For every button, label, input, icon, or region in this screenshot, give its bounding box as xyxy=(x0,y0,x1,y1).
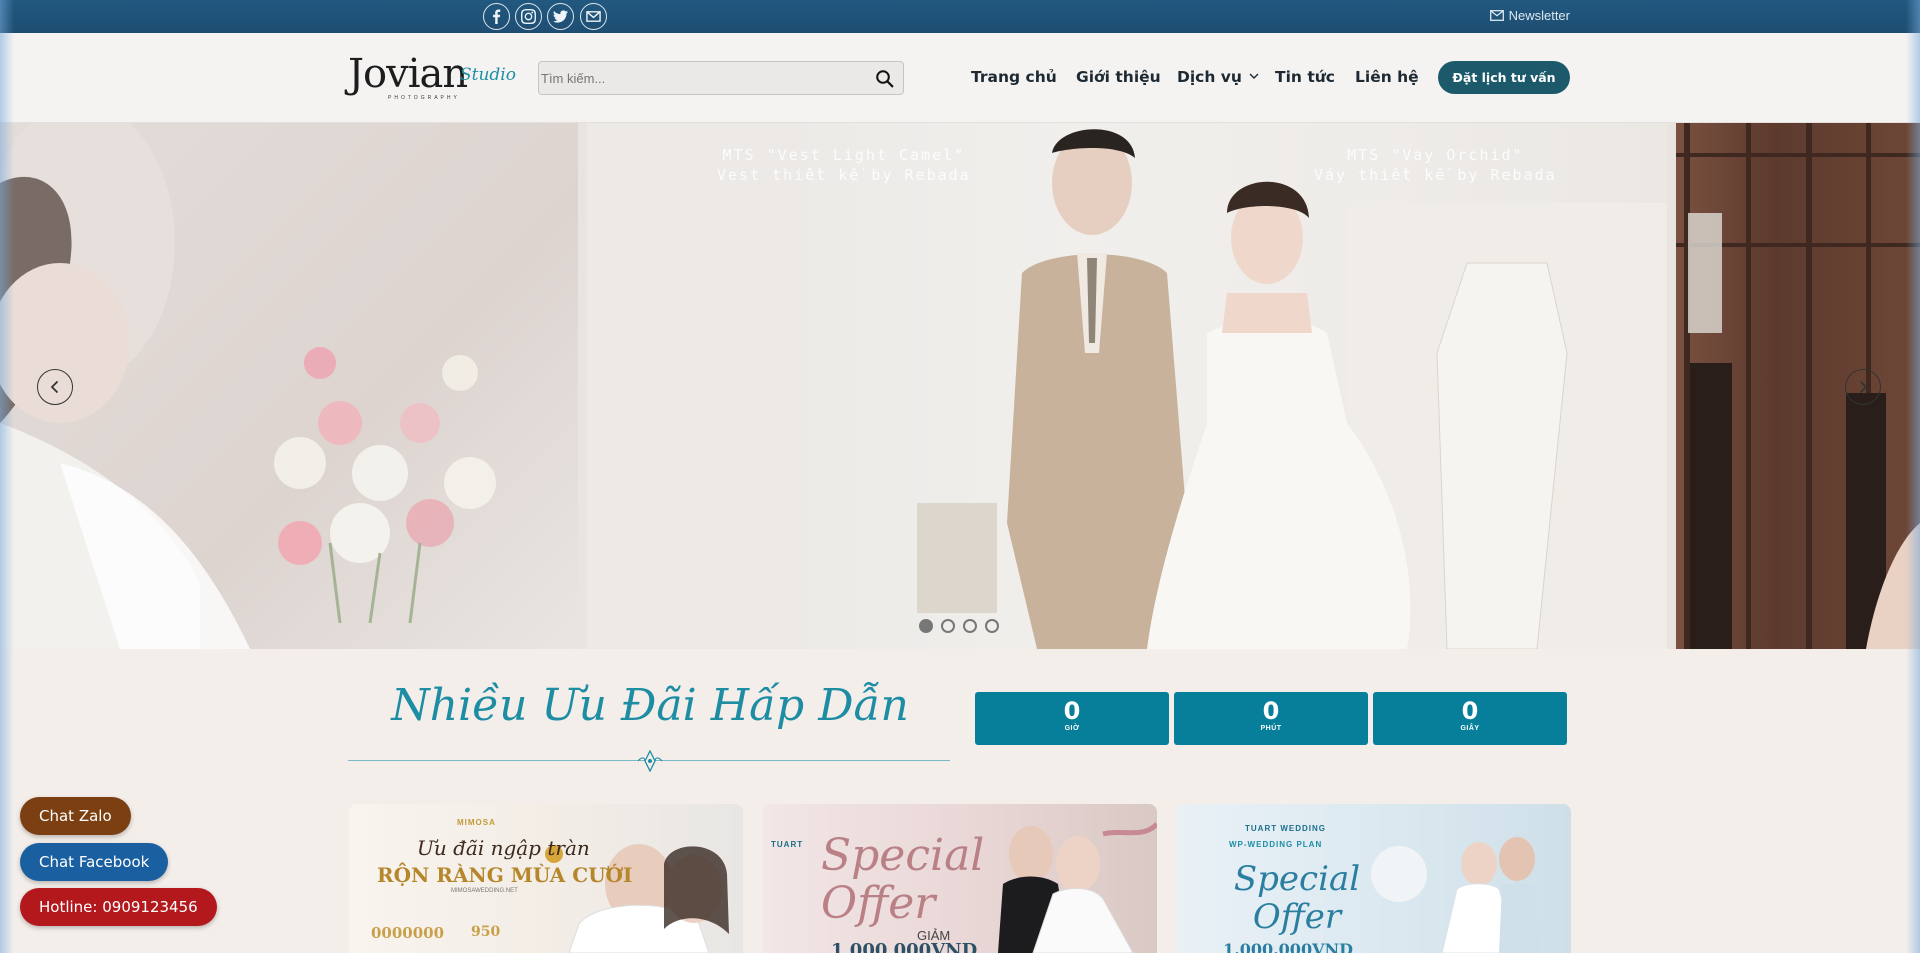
slider-prev-button[interactable] xyxy=(37,369,73,405)
countdown-minutes-label: PHÚT xyxy=(1260,725,1282,732)
mimosa-amount-b: 950 xyxy=(471,924,501,940)
slide-image-left xyxy=(0,123,578,649)
slide-image-right xyxy=(1676,123,1920,649)
slider-dot-3[interactable] xyxy=(963,619,977,633)
facebook-icon[interactable] xyxy=(483,3,510,30)
slider-dot-4[interactable] xyxy=(985,619,999,633)
nav-home[interactable]: Trang chủ xyxy=(971,68,1057,86)
logo-main-text: Jovian xyxy=(348,51,468,97)
slider-dot-2[interactable] xyxy=(941,619,955,633)
mimosa-site: MIMOSAWEDDING.NET xyxy=(451,888,518,894)
shopfront-photo xyxy=(1676,123,1920,649)
slider-dot-1[interactable] xyxy=(919,619,933,633)
tuart-script: Special Offer xyxy=(821,830,985,929)
chat-facebook-button[interactable]: Chat Facebook xyxy=(20,843,169,881)
newsletter-label: Newsletter xyxy=(1508,8,1570,23)
tuart-wedding-sub: WP-WEDDING PLAN xyxy=(1229,840,1323,849)
instagram-icon[interactable] xyxy=(515,3,542,30)
nav-services-label: Dịch vụ xyxy=(1177,68,1242,86)
watermark-left-line1: MTS "Vest Light Camel" xyxy=(722,146,966,164)
watermark-left-line2: Vest thiết kế by Rebada xyxy=(717,166,971,184)
slide-image-center: MTS "Vest Light Camel" Vest thiết kế by … xyxy=(587,123,1667,649)
hotline-button[interactable]: Hotline: 0909123456 xyxy=(20,888,217,926)
countdown-hours-label: GIỜ xyxy=(1064,725,1080,732)
nav-news[interactable]: Tin tức xyxy=(1275,68,1335,86)
countdown-minutes: 0 PHÚT xyxy=(1174,692,1368,745)
bride-flowers-photo xyxy=(0,123,496,649)
mimosa-script: Ưu đãi ngập tràn xyxy=(417,836,590,860)
watermark-right-line1: MTS "Vay Orchid" xyxy=(1347,146,1524,164)
tuart-wedding-amount: 1.000.000VND xyxy=(1223,940,1353,953)
slider-dots xyxy=(919,619,999,633)
divider-ornament-icon xyxy=(637,750,663,772)
tuart-amount: 1.000.000VND xyxy=(831,940,978,953)
twitter-icon[interactable] xyxy=(547,3,574,30)
countdown-hours-value: 0 xyxy=(1063,697,1081,725)
couple-photo xyxy=(587,123,1667,649)
logo-script-text: Studio xyxy=(460,65,516,85)
countdown-hours: 0 GIỜ xyxy=(975,692,1169,745)
promo-card-mimosa[interactable]: MIMOSA Ưu đãi ngập tràn RỘN RÀNG MÙA CƯỚ… xyxy=(349,804,743,953)
chevron-down-icon xyxy=(1249,73,1259,79)
watermark-right: MTS "Vay Orchid" Váy thiết kế by Rebada xyxy=(1314,145,1557,185)
logo-sub-text: PHOTOGRAPHY xyxy=(388,95,460,101)
search-input[interactable] xyxy=(541,64,861,92)
tuart-wedding-brand: TUART WEDDING xyxy=(1245,824,1326,833)
countdown-minutes-value: 0 xyxy=(1262,697,1280,725)
top-bar: Newsletter xyxy=(0,0,1920,33)
chevron-right-icon xyxy=(1859,380,1868,394)
countdown-seconds-label: GIÂY xyxy=(1460,725,1480,732)
watermark-right-line2: Váy thiết kế by Rebada xyxy=(1314,166,1557,184)
promo-title: Nhiều Ưu Đãi Hấp Dẫn xyxy=(391,680,909,731)
tuart-wedding-script: Special Offer xyxy=(1233,859,1361,937)
search-icon[interactable] xyxy=(875,69,895,89)
nav-contact[interactable]: Liên hệ xyxy=(1355,68,1419,86)
newsletter-link[interactable]: Newsletter xyxy=(1489,8,1570,23)
promo-card-tuart-wedding[interactable]: TUART WEDDING WP-WEDDING PLAN Special Of… xyxy=(1177,804,1571,953)
watermark-left: MTS "Vest Light Camel" Vest thiết kế by … xyxy=(717,145,971,185)
countdown-seconds: 0 GIÂY xyxy=(1373,692,1567,745)
mimosa-brand: MIMOSA xyxy=(457,818,496,827)
tuart-brand: TUART xyxy=(771,840,804,849)
slider-next-button[interactable] xyxy=(1845,369,1881,405)
chat-zalo-button[interactable]: Chat Zalo xyxy=(20,797,131,835)
nav-services[interactable]: Dịch vụ xyxy=(1177,68,1259,86)
promo-card-tuart[interactable]: TUART Special Offer GIẢM 1.000.000VND xyxy=(763,804,1157,953)
envelope-icon xyxy=(1489,10,1504,21)
mimosa-amount-a: 0000000 xyxy=(371,924,445,942)
book-consultation-button[interactable]: Đặt lịch tư vấn xyxy=(1438,61,1570,94)
chevron-left-icon xyxy=(50,380,59,394)
countdown-seconds-value: 0 xyxy=(1461,697,1479,725)
search-box xyxy=(538,61,904,95)
site-logo[interactable]: Jovian Studio PHOTOGRAPHY xyxy=(348,51,516,103)
site-header: Jovian Studio PHOTOGRAPHY Trang chủ Giới… xyxy=(0,33,1920,123)
hero-slider: MTS "Vest Light Camel" Vest thiết kế by … xyxy=(0,123,1920,649)
nav-about[interactable]: Giới thiệu xyxy=(1076,68,1161,86)
mimosa-headline: RỘN RÀNG MÙA CƯỚI xyxy=(377,863,633,887)
mail-icon[interactable] xyxy=(580,3,607,30)
